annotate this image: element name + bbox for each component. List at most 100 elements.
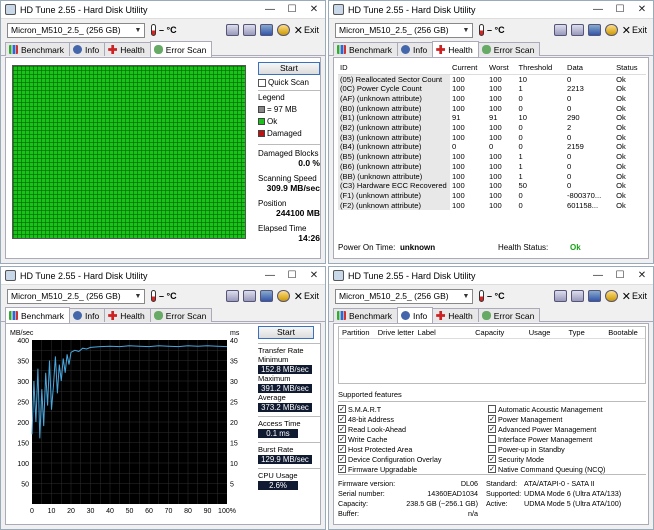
drive-select[interactable]: Micron_M510_2.5_ (256 GB) ▼ [335, 288, 473, 304]
close-button[interactable]: ✕ [303, 267, 325, 285]
copy-info-icon[interactable] [553, 290, 567, 302]
table-row[interactable]: (B2) (unknown attribute) 100 100 0 2 Ok [338, 123, 646, 133]
table-row[interactable]: (B3) (unknown attribute) 100 100 0 0 Ok [338, 132, 646, 143]
drive-select[interactable]: Micron_M510_2.5_ (256 GB) ▼ [335, 22, 473, 38]
save-icon[interactable] [587, 24, 601, 36]
tab-health[interactable]: Health [432, 308, 479, 322]
tab-error-scan[interactable]: Error Scan [477, 42, 541, 56]
column-header[interactable]: Bootable [605, 328, 645, 337]
tab-benchmark[interactable]: Benchmark [333, 42, 398, 56]
feature-checkbox[interactable]: ✓ Power Management [488, 414, 638, 424]
table-row[interactable]: (B1) (unknown attribute) 91 91 10 290 Ok [338, 113, 646, 124]
tab-error-scan[interactable]: Error Scan [149, 41, 213, 57]
tab-info[interactable]: Info [69, 308, 106, 322]
feature-checkbox[interactable]: ✓ Device Configuration Overlay [338, 454, 488, 464]
exit-button[interactable]: ✕ Exit [294, 24, 319, 37]
feature-checkbox[interactable]: ✓ S.M.A.R.T [338, 404, 488, 414]
save-icon[interactable] [259, 24, 273, 36]
tab-info[interactable]: Info [69, 42, 106, 56]
column-header[interactable]: Label [415, 328, 473, 337]
drive-select[interactable]: Micron_M510_2.5_ (256 GB) ▼ [7, 288, 145, 304]
table-row[interactable]: (C3) Hardware ECC Recovered 100 100 50 0 Ok [338, 181, 646, 191]
column-header[interactable]: Usage [526, 328, 566, 337]
feature-checkbox[interactable]: ✓ 48-bit Address [338, 414, 488, 424]
thermometer-icon [151, 24, 156, 36]
feature-checkbox[interactable]: Automatic Acoustic Management [488, 404, 638, 414]
options-icon[interactable] [276, 24, 290, 36]
tab-error-scan[interactable]: Error Scan [149, 308, 213, 322]
table-row[interactable]: (B6) (unknown attribute) 100 100 1 0 Ok [338, 161, 646, 172]
exit-button[interactable]: ✕ Exit [622, 24, 647, 37]
copy-screenshot-icon[interactable] [242, 24, 256, 36]
table-row[interactable]: (B4) (unknown attribute) 0 0 0 2159 Ok [338, 142, 646, 153]
tab-benchmark[interactable]: Benchmark [333, 308, 398, 322]
drive-select[interactable]: Micron_M510_2.5_ (256 GB) ▼ [7, 22, 145, 38]
table-row[interactable]: (AF) (unknown attribute) 100 100 0 0 Ok [338, 93, 646, 104]
table-cell: (F1) (unknown attribute) [338, 190, 450, 201]
table-row[interactable]: (B0) (unknown attribute) 100 100 0 0 Ok [338, 103, 646, 114]
close-button[interactable]: ✕ [631, 1, 653, 19]
table-cell: 100 [452, 152, 465, 162]
exit-icon: ✕ [293, 24, 303, 37]
options-icon[interactable] [604, 24, 618, 36]
tab-health[interactable]: Health [432, 41, 479, 57]
maximize-button[interactable]: ☐ [281, 1, 303, 19]
minimize-button[interactable]: — [259, 267, 281, 285]
table-row[interactable]: (F1) (unknown attribute) 100 100 0 -800370..… [338, 190, 646, 201]
column-header[interactable]: Threshold [516, 61, 565, 75]
copy-screenshot-icon[interactable] [570, 290, 584, 302]
copy-screenshot-icon[interactable] [570, 24, 584, 36]
feature-checkbox[interactable]: ✓ Security Mode [488, 454, 638, 464]
column-header[interactable]: Data [564, 61, 615, 75]
feature-checkbox[interactable]: ✓ Write Cache [338, 434, 488, 444]
tab-info[interactable]: Info [397, 42, 434, 56]
column-header[interactable]: Partition [339, 328, 375, 337]
column-header[interactable]: Status [614, 61, 646, 75]
column-header[interactable]: ID [338, 61, 450, 75]
table-row[interactable]: (F2) (unknown attribute) 100 100 0 601158...… [338, 200, 646, 211]
minimize-button[interactable]: — [259, 1, 281, 19]
tab-health[interactable]: Health [104, 308, 151, 322]
exit-button[interactable]: ✕ Exit [622, 290, 647, 303]
table-row[interactable]: (B5) (unknown attribute) 100 100 1 0 Ok [338, 152, 646, 162]
tab-health[interactable]: Health [104, 42, 151, 56]
close-button[interactable]: ✕ [303, 1, 325, 19]
maximize-button[interactable]: ☐ [281, 267, 303, 285]
quick-scan-checkbox[interactable]: Quick Scan [258, 78, 320, 87]
save-icon[interactable] [587, 290, 601, 302]
feature-checkbox[interactable]: ✓ Read Look-Ahead [338, 424, 488, 434]
copy-info-icon[interactable] [225, 290, 239, 302]
tab-benchmark[interactable]: Benchmark [5, 307, 70, 323]
copy-screenshot-icon[interactable] [242, 290, 256, 302]
save-icon[interactable] [259, 290, 273, 302]
maximize-button[interactable]: ☐ [609, 267, 631, 285]
start-scan-button[interactable]: Start [258, 62, 320, 75]
feature-checkbox[interactable]: ✓ Host Protected Area [338, 444, 488, 454]
tab-info[interactable]: Info [397, 307, 434, 323]
copy-info-icon[interactable] [553, 24, 567, 36]
maximize-button[interactable]: ☐ [609, 1, 631, 19]
start-benchmark-button[interactable]: Start [258, 326, 314, 339]
column-header[interactable]: Drive letter [375, 328, 415, 337]
tab-benchmark[interactable]: Benchmark [5, 42, 70, 56]
column-header[interactable]: Type [565, 328, 605, 337]
column-header[interactable]: Current [450, 61, 488, 75]
minimize-button[interactable]: — [587, 1, 609, 19]
column-header[interactable]: Capacity [472, 328, 526, 337]
tab-error-scan[interactable]: Error Scan [477, 308, 541, 322]
feature-checkbox[interactable]: ✓ Advanced Power Management [488, 424, 638, 434]
column-header[interactable]: Worst [487, 61, 517, 75]
exit-button[interactable]: ✕ Exit [294, 290, 319, 303]
feature-checkbox[interactable]: Power-up in Standby [488, 444, 638, 454]
feature-checkbox[interactable]: ✓ Native Command Queuing (NCQ) [488, 464, 638, 474]
table-row[interactable]: (05) Reallocated Sector Count 100 100 10 0 Ok [338, 74, 646, 85]
copy-info-icon[interactable] [225, 24, 239, 36]
minimize-button[interactable]: — [587, 267, 609, 285]
close-button[interactable]: ✕ [631, 267, 653, 285]
options-icon[interactable] [276, 290, 290, 302]
options-icon[interactable] [604, 290, 618, 302]
table-row[interactable]: (BB) (unknown attribute) 100 100 1 0 Ok [338, 171, 646, 182]
feature-checkbox[interactable]: Interface Power Management [488, 434, 638, 444]
feature-checkbox[interactable]: ✓ Firmware Upgradable [338, 464, 488, 474]
table-row[interactable]: (0C) Power Cycle Count 100 100 1 2213 Ok [338, 84, 646, 94]
